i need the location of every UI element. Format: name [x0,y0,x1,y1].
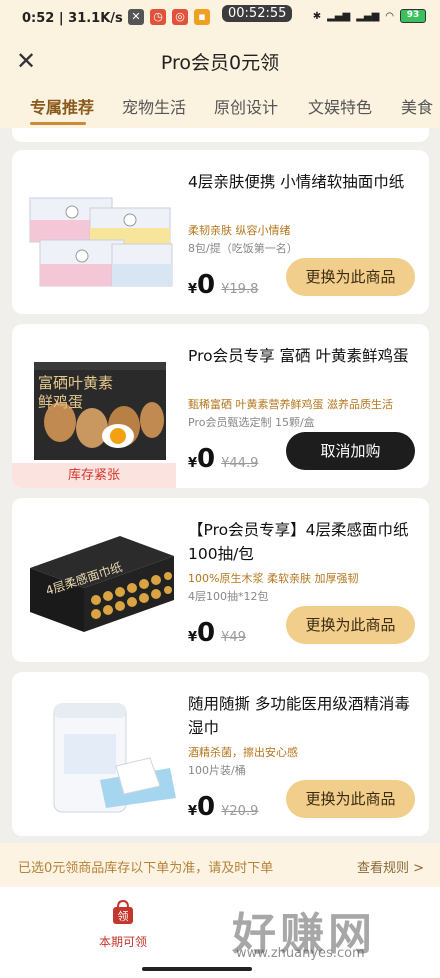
message-icon: ▪ [194,9,210,25]
alarm-icon: ◷ [150,9,166,25]
product-price: ¥0 ¥49 [188,618,246,648]
tab-entertainment[interactable]: 文娱特色 [308,94,372,118]
product-name: 4层亲肤便携 小情绪软抽面巾纸 [188,173,405,191]
svg-text:领: 领 [118,910,129,923]
title-bar: ✕ Pro会员0元领 [0,38,440,82]
product-tags: 甄稀富硒 叶黄素营养鲜鸡蛋 滋养品质生活 [188,398,393,411]
product-card[interactable]: 4层亲肤便携 小情绪软抽面巾纸 柔韧亲肤 纵容小情绪 8包/提（吃饭第一名） ¥… [12,150,429,314]
original-price: ¥19.8 [221,282,259,297]
product-card-previous [12,128,429,142]
notification-icons: ✕ ◷ ◎ ▪ [128,9,210,25]
battery-icon: 93 [400,9,426,23]
page-title: Pro会员0元领 [160,52,280,74]
product-name: 【Pro会员专享】4层柔感面巾纸 100抽/包 [188,521,409,563]
swap-product-button[interactable]: 更换为此商品 [286,606,415,644]
original-price: ¥20.9 [221,804,259,819]
product-spec: 8包/提（吃饭第一名） [188,242,298,255]
status-bar: 0:52 | 31.1K/s ✕ ◷ ◎ ▪ 00:52:55 ✱ ▂▄▆ ▂▄… [0,0,440,38]
product-price: ¥0 ¥20.9 [188,792,259,822]
product-card[interactable]: 随用随撕 多功能医用级酒精消毒湿巾 酒精杀菌，擦出安心感 100片装/桶 ¥0 ¥… [12,672,429,836]
watermark-url: www.zhuanyes.com [236,946,365,961]
cancel-add-button[interactable]: 取消加购 [286,432,415,470]
view-rules-link[interactable]: 查看规则 > [357,857,424,876]
low-stock-badge: 库存紧张 [12,463,176,488]
swap-product-button[interactable]: 更换为此商品 [286,258,415,296]
stock-notice-bar: 已选0元领商品库存以下单为准，请及时下单 查看规则 > [0,843,440,887]
home-indicator[interactable] [142,967,252,971]
product-card[interactable]: 富硒叶黄素鲜鸡蛋 库存紧张 Pro会员专享 富硒 叶黄素鲜鸡蛋 甄稀富硒 叶黄素… [12,324,429,488]
clock-pill: 00:52:55 [222,5,293,22]
tab-original-design[interactable]: 原创设计 [214,94,278,118]
stock-notice-text: 已选0元领商品库存以下单为准，请及时下单 [18,861,274,876]
gift-bag-icon: 领 [113,899,133,924]
original-price: ¥49 [221,630,246,645]
bluetooth-icon: ✱ [312,10,322,22]
mute-icon: ✕ [128,9,144,25]
app-notification-icon: ◎ [172,9,188,25]
egg-box-text: 富硒叶黄素鲜鸡蛋 [38,374,114,411]
nav-current-claimable[interactable]: 领 本期可领 [78,899,168,950]
product-tags: 柔韧亲肤 纵容小情绪 [188,224,291,237]
swap-product-button[interactable]: 更换为此商品 [286,780,415,818]
product-price: ¥0 ¥44.9 [188,444,259,474]
tab-food[interactable]: 美食 [401,94,433,118]
product-spec: 100片装/桶 [188,764,246,777]
tab-recommended[interactable]: 专属推荐 [30,94,94,118]
status-right: ✱ ▂▄▆ ▂▄▆ ◠ 93 [313,9,426,23]
product-name: 随用随撕 多功能医用级酒精消毒湿巾 [188,695,410,737]
product-list: 4层亲肤便携 小情绪软抽面巾纸 柔韧亲肤 纵容小情绪 8包/提（吃饭第一名） ¥… [0,128,440,843]
product-price: ¥0 ¥19.8 [188,270,259,300]
category-tabs: 专属推荐 宠物生活 原创设计 文娱特色 美食 [0,82,440,128]
product-tags: 100%原生木浆 柔软亲肤 加厚强韧 [188,572,359,585]
original-price: ¥44.9 [221,456,259,471]
tab-pet-life[interactable]: 宠物生活 [122,94,186,118]
nav-label: 本期可领 [98,935,147,949]
tissue-pack-image [20,168,180,296]
product-card[interactable]: 4层柔感面巾纸 【Pro会员专享】4层柔感面巾纸 100抽/包 100%原生木浆… [12,498,429,662]
product-tags: 酒精杀菌，擦出安心感 [188,746,298,759]
wet-wipes-image [20,690,180,818]
active-tab-indicator [30,122,86,125]
product-name: Pro会员专享 富硒 叶黄素鲜鸡蛋 [188,347,409,365]
product-spec: Pro会员甄选定制 15颗/盒 [188,416,315,429]
product-spec: 4层100抽*12包 [188,590,269,603]
wifi-icon: ◠ [385,10,394,22]
signal-icon-2: ▂▄▆ [356,10,380,22]
signal-icon: ▂▄▆ [327,10,351,22]
status-time: 0:52 | 31.1K/s [22,11,123,26]
